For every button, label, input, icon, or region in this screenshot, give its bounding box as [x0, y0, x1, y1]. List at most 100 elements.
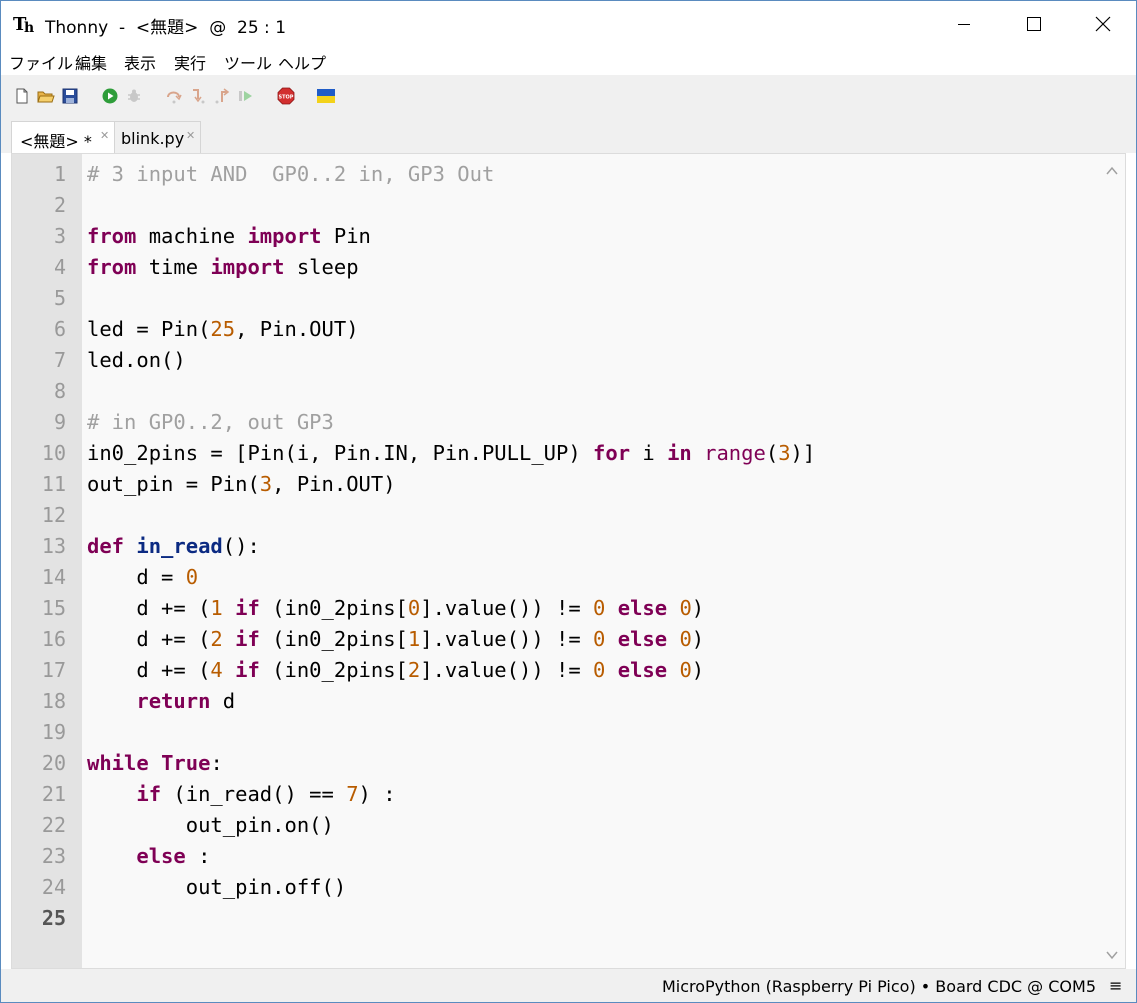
code-editor[interactable]: 1 # 3 input AND GP0..2 in, GP3 Out 2 3 from …	[11, 153, 1126, 969]
line-number: 2	[53, 193, 66, 217]
code-token: 0	[593, 596, 606, 620]
code-token: if	[235, 596, 260, 620]
toolbar: STOP	[1, 75, 1136, 117]
menu-run[interactable]: 実行	[174, 50, 206, 74]
line-number: 13	[41, 534, 66, 558]
code-token: d += (	[87, 596, 211, 620]
save-icon[interactable]	[61, 87, 79, 105]
maximize-button[interactable]	[999, 1, 1069, 47]
menu-help[interactable]: ヘルプ	[278, 50, 326, 74]
code-token: out_pin = Pin(	[87, 472, 260, 496]
code-line[interactable]: 14 d = 0	[42, 562, 1097, 593]
line-number: 4	[53, 255, 66, 279]
line-number: 20	[41, 751, 66, 775]
status-menu-icon[interactable]: ≡	[1109, 976, 1122, 995]
new-file-icon[interactable]	[13, 87, 31, 105]
code-line[interactable]: 21 if (in_read() == 7) :	[42, 779, 1097, 810]
code-line[interactable]: 15 d += (1 if (in0_2pins[0].value()) != …	[42, 593, 1097, 624]
thonny-window: T h Thonny - <無題> @ 25 : 1 ファイル 編集 表示 実行…	[0, 0, 1137, 1003]
code-line[interactable]: 4 from time import sleep	[54, 252, 1097, 283]
code-line[interactable]: 20 while True:	[42, 748, 1097, 779]
tab-label: blink.py	[121, 129, 185, 148]
code-text-area[interactable]: 1 # 3 input AND GP0..2 in, GP3 Out 2 3 from …	[42, 159, 1097, 934]
code-token: d =	[87, 565, 186, 589]
run-icon[interactable]	[101, 87, 119, 105]
code-text: def in_read():	[87, 534, 260, 558]
code-token: )	[691, 596, 705, 620]
code-line[interactable]: 1 # 3 input AND GP0..2 in, GP3 Out	[54, 159, 1097, 190]
menu-edit[interactable]: 編集	[75, 50, 107, 74]
line-number: 15	[41, 596, 66, 620]
code-token: i	[630, 441, 668, 465]
menu-tools[interactable]: ツール	[224, 50, 272, 74]
tab-close-icon[interactable]: ✕	[100, 129, 109, 142]
open-file-icon[interactable]	[37, 87, 55, 105]
minimize-icon	[958, 24, 970, 25]
line-number: 21	[41, 782, 66, 806]
interpreter-status[interactable]: MicroPython (Raspberry Pi Pico) • Board …	[662, 977, 1096, 996]
step-out-icon[interactable]	[213, 87, 231, 105]
line-number: 17	[41, 658, 66, 682]
line-number: 5	[53, 286, 66, 310]
code-line[interactable]: 6 led = Pin(25, Pin.OUT)	[54, 314, 1097, 345]
code-token: 3	[259, 472, 273, 496]
tab-close-icon[interactable]: ✕	[186, 129, 195, 142]
title-bar[interactable]: T h Thonny - <無題> @ 25 : 1	[1, 1, 1136, 47]
line-number: 9	[53, 410, 66, 434]
tab-untitled[interactable]: <無題> * ✕	[11, 121, 115, 153]
menu-file[interactable]: ファイル	[9, 50, 73, 74]
code-token: 0	[407, 596, 421, 620]
code-token: out_pin.off()	[87, 875, 347, 899]
code-line[interactable]: 2	[54, 190, 1097, 221]
scroll-down-icon[interactable]	[1104, 948, 1120, 962]
line-number: 11	[41, 472, 66, 496]
code-text: while True:	[87, 751, 223, 775]
code-line[interactable]: 13 def in_read():	[42, 531, 1097, 562]
menu-view[interactable]: 表示	[124, 50, 156, 74]
code-token: range	[704, 441, 766, 465]
step-over-icon[interactable]	[165, 87, 183, 105]
code-line[interactable]: 3 from machine import Pin	[54, 221, 1097, 252]
line-number: 6	[53, 317, 66, 341]
code-line[interactable]: 25	[42, 903, 1097, 934]
tab-blink-py[interactable]: blink.py ✕	[115, 121, 201, 153]
code-token: 3	[778, 441, 791, 465]
close-button[interactable]	[1068, 1, 1136, 47]
code-token: True	[161, 751, 211, 775]
code-token: machine	[136, 224, 248, 248]
code-line[interactable]: 18 return d	[42, 686, 1097, 717]
code-token: )]	[790, 441, 816, 465]
stop-icon[interactable]: STOP	[277, 87, 295, 105]
code-line[interactable]: 8	[54, 376, 1097, 407]
step-into-icon[interactable]	[189, 87, 207, 105]
status-bar: MicroPython (Raspberry Pi Pico) • Board …	[1, 969, 1136, 1002]
code-line[interactable]: 9 # in GP0..2, out GP3	[54, 407, 1097, 438]
minimize-button[interactable]	[929, 1, 999, 47]
resume-icon[interactable]	[237, 87, 255, 105]
code-token: :	[210, 751, 223, 775]
code-line[interactable]: 24 out_pin.off()	[42, 872, 1097, 903]
code-line[interactable]: 17 d += (4 if (in0_2pins[2].value()) != …	[42, 655, 1097, 686]
code-line[interactable]: 12	[42, 500, 1097, 531]
code-line[interactable]: 5	[54, 283, 1097, 314]
code-line[interactable]: 19	[42, 717, 1097, 748]
code-text: d += (1 if (in0_2pins[0].value()) != 0 e…	[87, 596, 704, 620]
code-token: ].value()) !=	[420, 596, 594, 620]
code-text: else :	[87, 844, 210, 868]
code-token: else	[136, 844, 186, 868]
code-line[interactable]: 22 out_pin.on()	[42, 810, 1097, 841]
ukraine-flag-icon[interactable]	[317, 87, 335, 105]
code-line[interactable]: 16 d += (2 if (in0_2pins[1].value()) != …	[42, 624, 1097, 655]
code-line[interactable]: 23 else :	[42, 841, 1097, 872]
debug-icon[interactable]	[125, 87, 143, 105]
code-line[interactable]: 11 out_pin = Pin(3, Pin.OUT)	[42, 469, 1097, 500]
code-line[interactable]: 10 in0_2pins = [Pin(i, Pin.IN, Pin.PULL_U…	[42, 438, 1097, 469]
code-line[interactable]: 7 led.on()	[54, 345, 1097, 376]
scroll-up-icon[interactable]	[1104, 164, 1120, 178]
